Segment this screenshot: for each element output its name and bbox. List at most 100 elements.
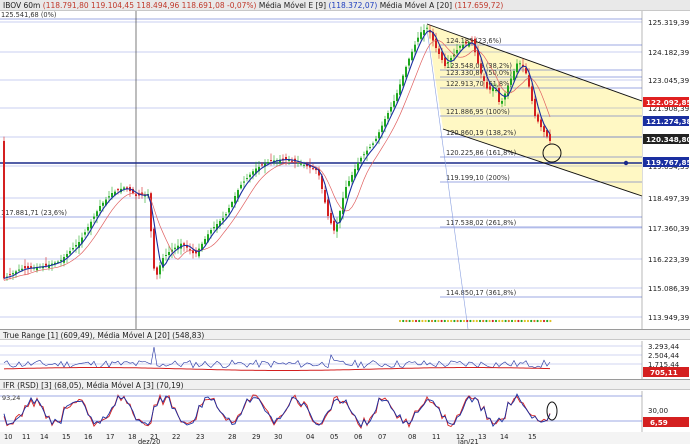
month-label: dez/20 (138, 438, 160, 444)
tr-background (0, 341, 690, 379)
candle-body (69, 251, 71, 254)
price-chart-panel[interactable]: 125.319,39 124.182,39 123.045,39 121.908,39… (0, 11, 690, 330)
candle-body (270, 160, 272, 162)
signal-dot (539, 319, 542, 323)
candle-body (498, 88, 500, 102)
price-chart[interactable]: 125.319,39124.182,39123.045,39121.908,39… (0, 11, 690, 330)
candle-body (165, 255, 167, 256)
time-axis-svg[interactable]: 10 11 14 15 16 17 18 21 22 23 28 29 30 04 05 06 07 08 11 12… (0, 432, 690, 446)
signal-dot (453, 319, 456, 323)
candle-body (102, 202, 104, 206)
candle-body (312, 168, 314, 170)
candle-body (249, 174, 251, 178)
candle-body (519, 63, 521, 65)
candle-body (123, 187, 125, 189)
candle-body (231, 202, 233, 207)
candle-body (225, 214, 227, 216)
tr-badge-label: 705,11 (650, 368, 678, 377)
signal-dot (504, 319, 507, 323)
candle-body (450, 58, 452, 61)
candle-body (267, 162, 269, 164)
ma-a20-value: (117.659,72) (454, 1, 504, 10)
candle-body (198, 248, 200, 257)
candle-body (426, 27, 428, 29)
signal-dot (405, 319, 408, 323)
signal-dot (459, 319, 462, 323)
time-tick-label: 06 (354, 433, 362, 441)
candle-body (411, 51, 413, 61)
signal-dot (546, 319, 549, 323)
tr-value: (609,49) (60, 331, 93, 340)
time-tick-label: 10 (4, 433, 12, 441)
signal-dot (533, 319, 536, 323)
signal-dot (440, 319, 443, 323)
signal-dot (430, 319, 434, 323)
ifr-ma-title[interactable]: Média Móvel A [3] (86, 381, 154, 390)
candle-body (372, 143, 374, 145)
tr-title[interactable]: True Range [1] (3, 331, 58, 340)
time-tick-label: 08 (408, 433, 416, 441)
candle-body (330, 213, 332, 224)
candle-body (303, 164, 305, 166)
candle-body (135, 194, 137, 196)
candle-body (21, 268, 23, 270)
ifr-left-label: 93,24 (2, 394, 20, 402)
time-tick-label: 17 (106, 433, 114, 441)
price-tick-label: 116.223,39 (648, 255, 690, 264)
signal-dot (424, 319, 427, 323)
signal-dot (411, 319, 414, 323)
tr-ma-title[interactable]: Média Móvel A [20] (97, 331, 169, 340)
signal-dot (427, 319, 430, 323)
time-tick-label: 18 (128, 433, 136, 441)
price-tick-label: 115.086,39 (648, 284, 690, 293)
ifr-chart[interactable]: 93,24 30,00 6,59 (0, 391, 690, 432)
ma-e9-value: (118.372,07) (328, 1, 378, 10)
price-tick-label: 124.182,39 (648, 48, 690, 57)
time-axis[interactable]: 10 11 14 15 16 17 18 21 22 23 28 29 30 04 05 06 07 08 11 12… (0, 432, 690, 446)
fib-level-label: 121.886,95 (100%) (446, 108, 510, 116)
ifr-panel[interactable]: 93,24 30,00 6,59 (0, 391, 690, 432)
candle-body (420, 32, 422, 39)
candle-body (492, 87, 494, 92)
ma-a20-label[interactable]: Média Móvel A [20] (380, 1, 452, 10)
ifr-value: (68,05) (54, 381, 82, 390)
candle-body (240, 184, 242, 189)
candle-body (324, 189, 326, 203)
candle-body (228, 208, 230, 213)
support-marker (623, 160, 629, 166)
candle-body (408, 58, 410, 66)
price-tick-label: 117.360,39 (648, 224, 690, 233)
ifr-title[interactable]: IFR (RSD) [3] (3, 381, 52, 390)
candle-body (537, 114, 539, 122)
price-tick-label: 125.319,39 (648, 18, 690, 27)
signal-dot (408, 319, 411, 323)
candle-body (360, 157, 362, 162)
signal-dot (485, 319, 488, 323)
signal-dot (491, 319, 494, 323)
symbol-label[interactable]: IBOV 60m (3, 1, 40, 10)
tr-tick-label: 3.293,44 (648, 343, 680, 351)
candle-body (501, 101, 503, 104)
month-label: jan/21 (457, 438, 479, 444)
candle-body (447, 62, 449, 64)
signal-dot (542, 319, 546, 323)
candle-body (84, 232, 86, 235)
candle-body (3, 140, 5, 279)
candle-body (486, 81, 488, 89)
true-range-panel[interactable]: 3.293,44 2.504,44 1.715,44 705,11 (0, 341, 690, 379)
candle-body (483, 76, 485, 81)
signal-dot (507, 319, 510, 323)
time-tick-label: 30 (274, 433, 282, 441)
true-range-header: True Range [1] (609,49), Média Móvel A [… (0, 329, 690, 340)
candle-body (30, 266, 32, 268)
ma-e9-label[interactable]: Média Móvel E [9] (259, 1, 326, 10)
candle-body (543, 126, 545, 132)
signal-dot (517, 319, 520, 323)
signal-dot (398, 319, 402, 323)
time-tick-label: 29 (252, 433, 260, 441)
time-tick-label: 04 (306, 433, 314, 441)
true-range-chart[interactable]: 3.293,442.504,441.715,44705,11 (0, 341, 690, 379)
signal-dot (414, 319, 418, 323)
time-tick-label: 23 (196, 433, 204, 441)
candle-body (528, 75, 530, 87)
